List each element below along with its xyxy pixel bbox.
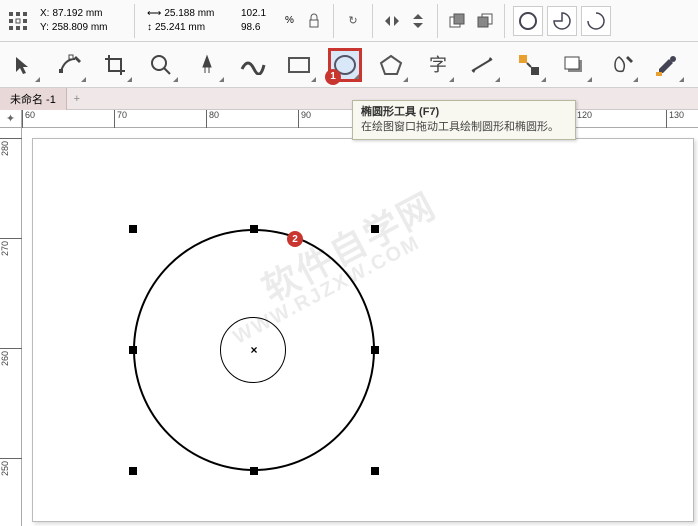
ruler-origin[interactable]: ✦ (0, 110, 22, 128)
text-tool[interactable]: 字 (420, 48, 454, 82)
size-fields: ⟷ 25.188 mm ↕ 25.241 mm (143, 7, 233, 35)
rectangle-tool[interactable] (282, 48, 316, 82)
ruler-h-tick: 90 (298, 110, 311, 128)
ruler-h-tick: 130 (666, 110, 684, 128)
width-icon: ⟷ (147, 7, 161, 21)
zoom-tool[interactable] (144, 48, 178, 82)
separator (134, 4, 135, 38)
ruler-v-tick: 250 (0, 458, 22, 478)
selection-handle[interactable] (129, 467, 137, 475)
x-label: X: (40, 7, 49, 21)
selection-handle[interactable] (129, 346, 137, 354)
selection-handle[interactable] (371, 467, 379, 475)
separator (372, 4, 373, 38)
scale-y-value[interactable]: 98.6 (241, 21, 260, 35)
drop-shadow-tool[interactable] (558, 48, 592, 82)
selection-center-icon[interactable]: × (250, 343, 257, 357)
crop-tool[interactable] (98, 48, 132, 82)
ruler-vertical[interactable]: 280 270 260 250 (0, 128, 22, 526)
transparency-tool[interactable] (604, 48, 638, 82)
callout-2: 2 (287, 231, 303, 247)
document-tabs: 未命名 -1 + (0, 88, 698, 110)
ruler-h-tick: 70 (114, 110, 127, 128)
dimension-tool[interactable] (466, 48, 500, 82)
y-label: Y: (40, 21, 49, 35)
scale-fields: 102.1 98.6 (237, 7, 277, 35)
selection-handle[interactable] (371, 225, 379, 233)
separator (504, 4, 505, 38)
selection-handle[interactable] (129, 225, 137, 233)
ruler-h-tick: 120 (574, 110, 592, 128)
shape-tool[interactable] (52, 48, 86, 82)
ellipse-tool[interactable]: 1 (328, 48, 362, 82)
rotate-icon[interactable]: ↻ (342, 10, 364, 32)
tooltip-title: 椭圆形工具 (F7) (361, 105, 567, 120)
ruler-v-tick: 260 (0, 348, 22, 368)
property-bar: X: 87.192 mm Y: 258.809 mm ⟷ 25.188 mm ↕… (0, 0, 698, 42)
polygon-tool[interactable] (374, 48, 408, 82)
tooltip: 椭圆形工具 (F7) 在绘图窗口拖动工具绘制圆形和椭圆形。 (352, 100, 576, 140)
separator (333, 4, 334, 38)
selection-handle[interactable] (250, 467, 258, 475)
y-value[interactable]: 258.809 mm (52, 21, 108, 35)
to-front-icon[interactable] (446, 10, 468, 32)
ruler-h-tick: 60 (22, 110, 35, 128)
position-fields: X: 87.192 mm Y: 258.809 mm (36, 7, 126, 35)
tool-row: 1 字 (0, 42, 698, 88)
eyedropper-tool[interactable] (650, 48, 684, 82)
ruler-v-tick: 280 (0, 138, 22, 158)
ruler-h-tick: 80 (206, 110, 219, 128)
separator (437, 4, 438, 38)
connector-tool[interactable] (512, 48, 546, 82)
selection-handle[interactable] (250, 225, 258, 233)
scale-x-value[interactable]: 102.1 (241, 7, 266, 21)
arc-mode-button[interactable] (581, 6, 611, 36)
arrange-group (446, 10, 496, 32)
x-value[interactable]: 87.192 mm (52, 7, 102, 21)
artistic-media-tool[interactable] (236, 48, 270, 82)
selection-origin-icon[interactable] (4, 7, 32, 35)
drawing-canvas[interactable]: 软件自学网 WWW.RJZXW.COM × 2 (32, 138, 694, 522)
lock-ratio-icon[interactable] (303, 10, 325, 32)
scale-unit: % (281, 14, 299, 28)
percent-label: % (285, 14, 294, 28)
to-back-icon[interactable] (474, 10, 496, 32)
pick-tool[interactable] (6, 48, 40, 82)
tab-add-button[interactable]: + (67, 93, 87, 105)
width-value[interactable]: 25.188 mm (164, 7, 214, 21)
freehand-tool[interactable] (190, 48, 224, 82)
height-value[interactable]: 25.241 mm (155, 21, 205, 35)
svg-text:字: 字 (429, 55, 447, 75)
pie-mode-button[interactable] (547, 6, 577, 36)
tab-untitled[interactable]: 未命名 -1 (0, 88, 67, 110)
mirror-v-icon[interactable] (407, 10, 429, 32)
ellipse-mode-button[interactable] (513, 6, 543, 36)
callout-1: 1 (325, 69, 341, 85)
ruler-v-tick: 270 (0, 238, 22, 258)
mirror-h-icon[interactable] (381, 10, 403, 32)
tooltip-desc: 在绘图窗口拖动工具绘制圆形和椭圆形。 (361, 120, 567, 135)
height-icon: ↕ (147, 21, 152, 35)
selection-handle[interactable] (371, 346, 379, 354)
